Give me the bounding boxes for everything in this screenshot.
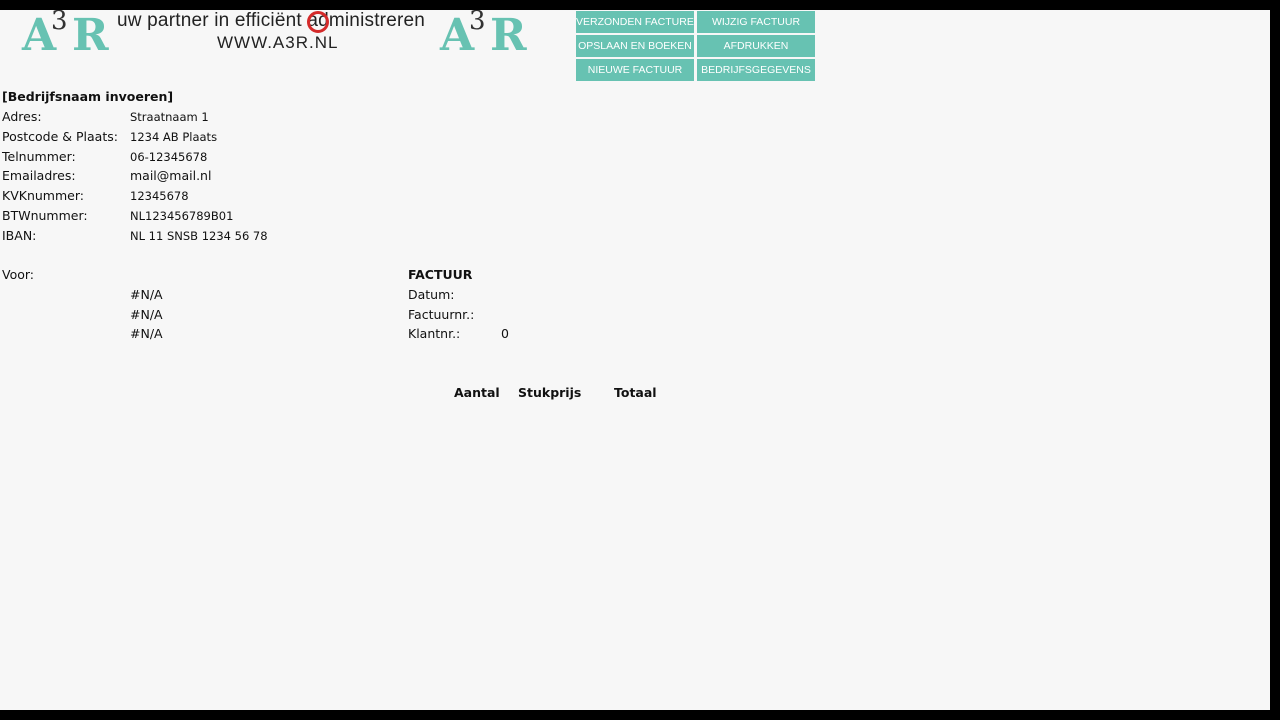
save-and-book-button[interactable]: OPSLAAN EN BOEKEN: [576, 35, 694, 57]
quantity-header: Aantal: [454, 385, 500, 400]
client-number-value[interactable]: 0: [501, 326, 509, 341]
postcode-label: Postcode & Plaats:: [2, 129, 118, 144]
customer-line-1[interactable]: #N/A: [130, 287, 163, 302]
print-button[interactable]: AFDRUKKEN: [697, 35, 815, 57]
new-invoice-button[interactable]: NIEUWE FACTUUR: [576, 59, 694, 81]
customer-line-2[interactable]: #N/A: [130, 307, 163, 322]
a3r-logo-left: A 3 R: [22, 10, 109, 61]
unit-price-header: Stukprijs: [518, 385, 582, 400]
date-label: Datum:: [408, 287, 455, 302]
company-data-button[interactable]: BEDRIJFSGEGEVENS: [697, 59, 815, 81]
vat-label: BTWnummer:: [2, 208, 88, 223]
iban-value[interactable]: NL 11 SNSB 1234 56 78: [130, 229, 268, 243]
company-name[interactable]: [Bedrijfsnaam invoeren]: [2, 89, 173, 104]
phone-value[interactable]: 06-12345678: [130, 150, 207, 164]
cursor-highlight-ring: [307, 11, 329, 33]
vat-value[interactable]: NL123456789B01: [130, 209, 233, 223]
invoice-sheet: A 3 R uw partner in efficiënt administre…: [0, 10, 1270, 710]
iban-label: IBAN:: [2, 228, 37, 243]
kvk-value[interactable]: 12345678: [130, 189, 189, 203]
address-value[interactable]: Straatnaam 1: [130, 110, 209, 124]
postcode-value[interactable]: 1234 AB Plaats: [130, 130, 217, 144]
website-link[interactable]: WWW.A3R.NL: [217, 33, 338, 53]
kvk-label: KVKnummer:: [2, 188, 84, 203]
customer-label: Voor:: [2, 267, 35, 282]
email-value[interactable]: mail@mail.nl: [130, 168, 211, 183]
tagline: uw partner in efficiënt administreren: [117, 10, 426, 31]
email-label: Emailadres:: [2, 168, 76, 183]
customer-line-3[interactable]: #N/A: [130, 326, 163, 341]
phone-label: Telnummer:: [2, 149, 76, 164]
edit-invoice-button[interactable]: WIJZIG FACTUUR: [697, 11, 815, 33]
vertical-scrollbar[interactable]: [1270, 10, 1280, 710]
invoice-title: FACTUUR: [408, 267, 473, 282]
a3r-logo-right: A 3 R: [440, 10, 527, 61]
invoice-number-label: Factuurnr.:: [408, 307, 475, 322]
sent-invoices-button[interactable]: VERZONDEN FACTUREN: [576, 11, 694, 33]
client-number-label: Klantnr.:: [408, 326, 461, 341]
address-label: Adres:: [2, 109, 42, 124]
total-header: Totaal: [614, 385, 657, 400]
